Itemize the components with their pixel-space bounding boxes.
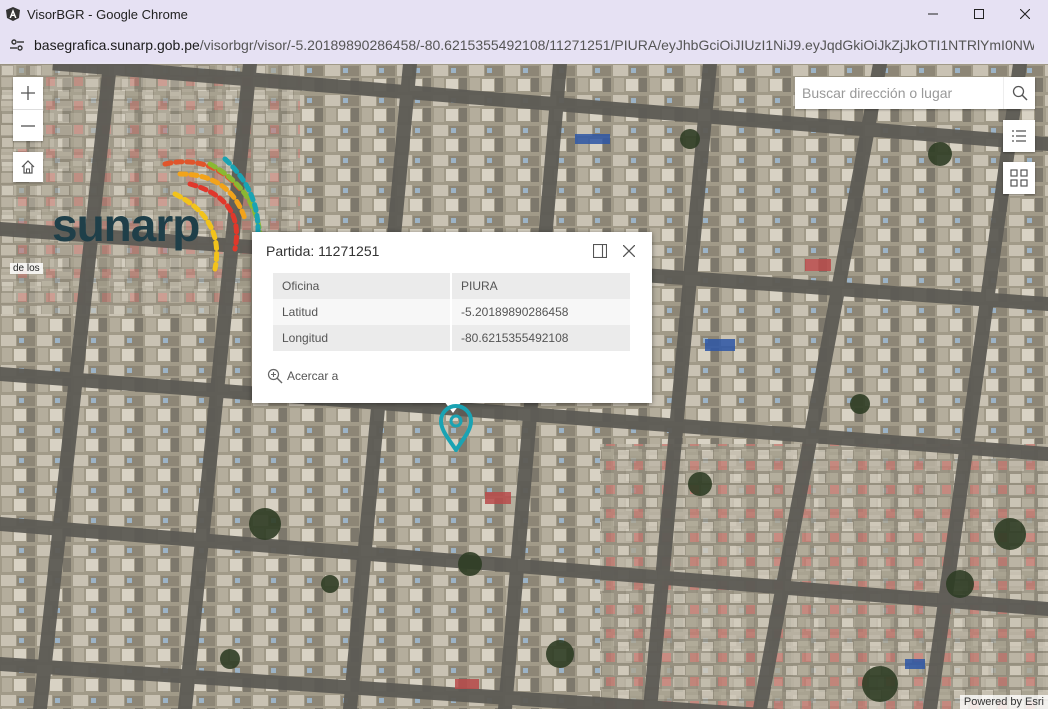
attribute-label: Oficina <box>273 273 452 299</box>
zoom-out-button[interactable] <box>13 109 43 141</box>
home-icon <box>21 160 35 174</box>
address-bar[interactable]: basegrafica.sunarp.gob.pe/visorbgr/visor… <box>0 28 1048 62</box>
attribute-value: -80.6215355492108 <box>451 325 630 351</box>
table-row: Latitud -5.20189890286458 <box>273 299 630 325</box>
search-input[interactable] <box>795 77 1003 109</box>
attribute-value: PIURA <box>451 273 630 299</box>
attribute-value: -5.20189890286458 <box>451 299 630 325</box>
minus-icon <box>21 124 35 127</box>
logo-wordmark: sunarp <box>52 199 200 251</box>
popup-title: Partida: 11271251 <box>266 243 380 259</box>
attribute-label: Latitud <box>273 299 452 325</box>
basemap-gallery-button[interactable] <box>1003 162 1035 194</box>
search-icon <box>1012 85 1028 101</box>
zoom-in-icon <box>267 368 283 384</box>
popup-close-button[interactable] <box>620 242 638 260</box>
search-widget <box>795 77 1035 109</box>
dock-button[interactable] <box>591 242 609 260</box>
map-view[interactable]: sunarp de los Partida: 11271251 Oficina … <box>0 64 1048 709</box>
close-icon <box>623 245 635 257</box>
close-window-button[interactable] <box>1002 0 1048 28</box>
zoom-to-action[interactable]: Acercar a <box>267 368 338 384</box>
zoom-in-button[interactable] <box>13 77 43 109</box>
attribute-table: Oficina PIURA Latitud -5.20189890286458 … <box>273 273 630 351</box>
zoom-to-label: Acercar a <box>287 369 339 383</box>
map-street-label: de los <box>10 263 43 274</box>
grid-icon <box>1010 169 1028 187</box>
location-marker-icon[interactable] <box>438 404 474 452</box>
maximize-icon <box>974 9 984 19</box>
zoom-control <box>13 77 43 141</box>
close-icon <box>1020 9 1030 19</box>
home-button[interactable] <box>13 152 43 182</box>
window-titlebar: VisorBGR - Google Chrome <box>0 0 1048 28</box>
maximize-button[interactable] <box>956 0 1002 28</box>
tune-icon <box>10 39 24 51</box>
list-icon <box>1012 130 1026 142</box>
url-host: basegrafica.sunarp.gob.pe <box>34 37 200 53</box>
feature-popup: Partida: 11271251 Oficina PIURA Latitud … <box>252 232 652 403</box>
window-controls <box>910 0 1048 28</box>
layer-list-button[interactable] <box>1003 120 1035 152</box>
map-attribution: Powered by Esri <box>959 695 1048 709</box>
plus-icon <box>21 86 35 100</box>
table-row: Longitud -80.6215355492108 <box>273 325 630 351</box>
minimize-icon <box>928 13 938 15</box>
dock-icon <box>593 244 607 258</box>
table-row: Oficina PIURA <box>273 273 630 299</box>
url-text[interactable]: basegrafica.sunarp.gob.pe/visorbgr/visor… <box>34 37 1034 53</box>
sunarp-logo: sunarp <box>40 154 280 284</box>
minimize-button[interactable] <box>910 0 956 28</box>
site-info-button[interactable] <box>8 36 26 54</box>
app-logo-icon <box>6 7 20 21</box>
search-button[interactable] <box>1003 77 1035 109</box>
attribute-label: Longitud <box>273 325 452 351</box>
window-title: VisorBGR - Google Chrome <box>27 6 188 22</box>
url-path: /visorbgr/visor/-5.20189890286458/-80.62… <box>199 37 1034 53</box>
